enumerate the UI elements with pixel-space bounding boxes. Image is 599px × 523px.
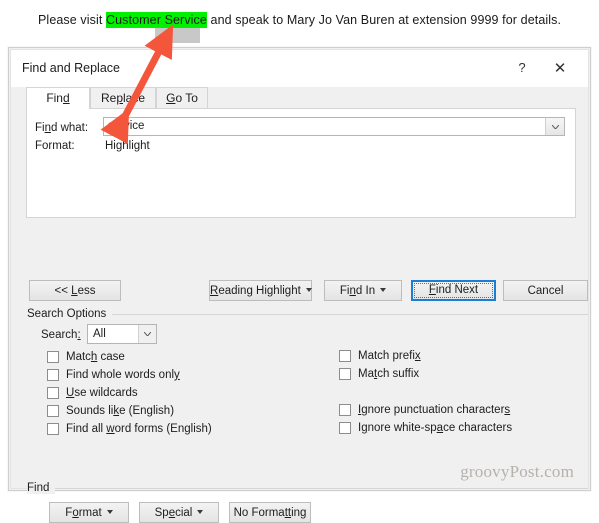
chevron-down-icon (551, 124, 559, 129)
checkbox-box[interactable] (47, 387, 59, 399)
special-button[interactable]: Special (139, 502, 219, 523)
doc-text-before: Please visit (38, 13, 106, 27)
checkbox-label: Match prefix (358, 350, 421, 362)
find-next-label: Find Next (428, 284, 479, 296)
dialog-tabs: Find Replace Go To (11, 87, 588, 109)
find-panel: Find what: Format: Highlight (26, 108, 576, 218)
find-what-input[interactable] (104, 118, 544, 135)
doc-text-after: and speak to Mary Jo Van Buren at extens… (206, 13, 562, 27)
highlighted-word-service: Service (164, 12, 207, 28)
chevron-down-icon (144, 332, 151, 336)
tab-replace-label: Replace (100, 91, 146, 105)
tab-goto[interactable]: Go To (156, 87, 208, 109)
format-label: Format: (35, 140, 75, 152)
chevron-down-icon (106, 509, 113, 514)
document-text-line: Please visit Customer Service and speak … (0, 0, 599, 44)
checkbox-label: Ignore punctuation characters (358, 404, 511, 416)
help-icon[interactable]: ? (510, 57, 534, 79)
tab-find[interactable]: Find (26, 87, 90, 109)
checkbox-box[interactable] (47, 351, 59, 363)
reading-highlight-button[interactable]: Reading Highlight (209, 280, 312, 301)
format-button[interactable]: Format (49, 502, 129, 523)
checkbox-label: Find all word forms (English) (66, 423, 212, 435)
close-icon[interactable]: ✕ (548, 57, 572, 79)
cancel-button[interactable]: Cancel (503, 280, 588, 301)
no-formatting-label: No Formatting (233, 507, 307, 519)
checkbox-label: Ignore white-space characters (358, 422, 513, 434)
tab-goto-label: Go To (166, 91, 198, 105)
chevron-down-icon (380, 287, 387, 292)
dialog-inner-frame: Find and Replace ? ✕ Find Replace Go To … (10, 49, 589, 523)
checkbox-box[interactable] (339, 350, 351, 362)
document-sentence: Please visit Customer Service and speak … (38, 12, 562, 28)
checkbox-label: Find whole words only (66, 369, 180, 381)
tab-find-label: Find (46, 91, 70, 105)
special-button-label: Special (154, 507, 193, 519)
find-what-label: Find what: (35, 122, 89, 134)
search-scope-value: All (93, 328, 106, 340)
format-value: Highlight (105, 140, 150, 152)
checkbox-label: Sounds like (English) (66, 405, 175, 417)
less-button-label: << Less (54, 285, 96, 297)
chevron-down-icon (305, 287, 312, 292)
search-label: Search: (41, 329, 81, 341)
reading-highlight-label: Reading Highlight (210, 285, 301, 297)
search-scope-dropdown-button[interactable] (138, 325, 156, 343)
search-options-group-label: Search Options (27, 308, 113, 320)
checkbox-box[interactable] (339, 368, 351, 380)
checkbox-label: Use wildcards (66, 387, 138, 399)
checkbox-label: Match suffix (358, 368, 420, 380)
highlighted-word-customer: Customer (106, 12, 161, 28)
dialog-title: Find and Replace (22, 61, 120, 75)
checkbox-box[interactable] (47, 369, 59, 381)
find-group-divider (27, 488, 588, 489)
checkbox-box[interactable] (339, 422, 351, 434)
search-scope-select[interactable]: All (87, 324, 157, 344)
dialog-titlebar: Find and Replace ? ✕ (11, 50, 588, 87)
checkbox-label: Match case (66, 351, 125, 363)
text-selection-block (155, 26, 200, 43)
find-next-button[interactable]: Find Next (411, 280, 496, 301)
find-group-label: Find (27, 482, 56, 494)
checkbox-box[interactable] (47, 405, 59, 417)
less-button[interactable]: << Less (29, 280, 121, 301)
find-in-button[interactable]: Find In (324, 280, 402, 301)
tab-replace[interactable]: Replace (90, 87, 156, 109)
no-formatting-button[interactable]: No Formatting (229, 502, 311, 523)
checkbox-box[interactable] (339, 404, 351, 416)
find-in-label: Find In (339, 285, 376, 297)
find-what-combobox[interactable] (103, 117, 565, 136)
chevron-down-icon (197, 509, 204, 514)
find-what-dropdown-button[interactable] (545, 118, 564, 135)
watermark: groovyPost.com (460, 462, 574, 481)
format-button-label: Format (65, 507, 102, 519)
checkbox-box[interactable] (47, 423, 59, 435)
find-and-replace-dialog: Find and Replace ? ✕ Find Replace Go To … (8, 47, 591, 523)
